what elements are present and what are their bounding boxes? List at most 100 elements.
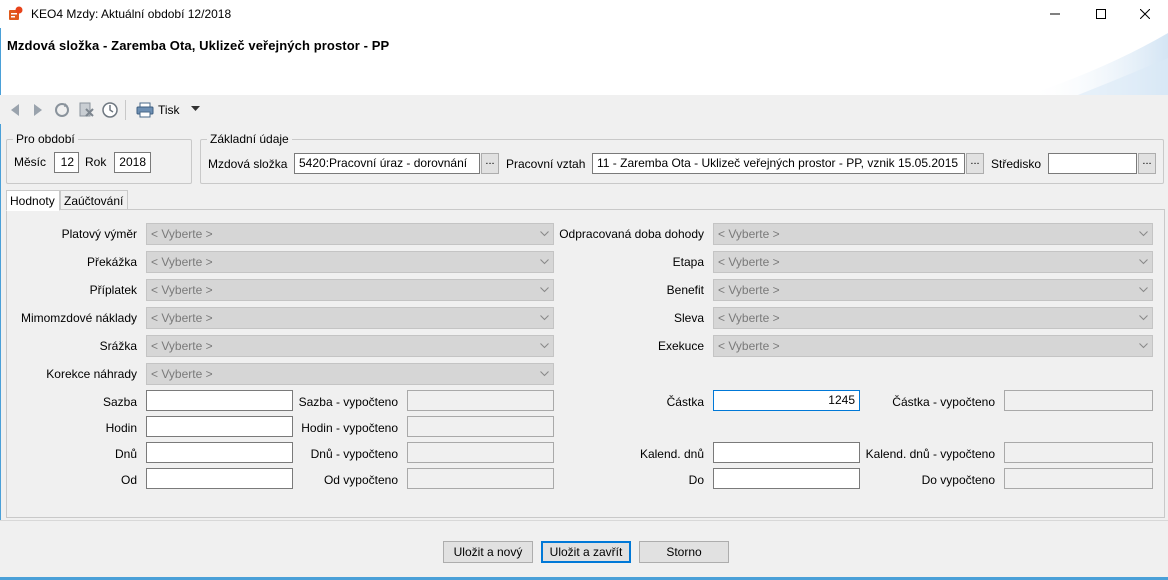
- field-label-do: Do: [688, 473, 704, 487]
- print-button[interactable]: Tisk: [136, 100, 180, 120]
- combo-label-srazka: Srážka: [99, 339, 137, 353]
- field-do-vypocteno: [1004, 468, 1153, 489]
- combo-placeholder: < Vyberte >: [151, 255, 213, 269]
- year-label: Rok: [85, 155, 107, 169]
- chevron-down-icon: [540, 371, 549, 377]
- combo-label-exekuce: Exekuce: [657, 339, 704, 353]
- combo-placeholder: < Vyberte >: [151, 227, 213, 241]
- maximize-icon: [1096, 9, 1106, 19]
- field-castka[interactable]: 1245: [713, 390, 860, 411]
- chevron-down-icon: [540, 315, 549, 321]
- combo-placeholder: < Vyberte >: [718, 339, 780, 353]
- relation-field[interactable]: 11 - Zaremba Ota - Uklizeč veřejných pro…: [592, 153, 965, 174]
- field-kalend-dnu-vypocteno: [1004, 442, 1153, 463]
- field-hodin-vypocteno: [407, 416, 554, 437]
- month-label: Měsíc: [14, 155, 47, 169]
- combo-exekuce[interactable]: < Vyberte >: [713, 335, 1153, 357]
- combo-label-prekazka: Překážka: [86, 255, 137, 269]
- delete-icon[interactable]: [77, 101, 95, 119]
- combo-placeholder: < Vyberte >: [151, 283, 213, 297]
- chevron-down-icon: [540, 259, 549, 265]
- history-icon[interactable]: [101, 101, 119, 119]
- center-label: Středisko: [991, 157, 1042, 171]
- component-browse-button[interactable]: ...: [481, 153, 499, 174]
- period-legend: Pro období: [16, 132, 75, 146]
- field-label-hodin: Hodin: [105, 421, 137, 435]
- combo-placeholder: < Vyberte >: [151, 339, 213, 353]
- chevron-down-icon: [1139, 343, 1148, 349]
- back-icon[interactable]: [6, 101, 24, 119]
- maximize-button[interactable]: [1078, 0, 1124, 28]
- component-field[interactable]: 5420:Pracovní úraz - dorovnání: [294, 153, 480, 174]
- combo-mimomzdove-naklady[interactable]: < Vyberte >: [146, 307, 554, 329]
- combo-srazka[interactable]: < Vyberte >: [146, 335, 554, 357]
- toolbar-separator: [125, 100, 126, 120]
- title-bar: KEO4 Mzdy: Aktuální období 12/2018: [0, 0, 1168, 28]
- field-label-castka: Částka: [666, 395, 704, 409]
- combo-sleva[interactable]: < Vyberte >: [713, 307, 1153, 329]
- field-label-od: Od: [120, 473, 137, 487]
- chevron-down-icon: [540, 343, 549, 349]
- combo-benefit[interactable]: < Vyberte >: [713, 279, 1153, 301]
- print-label: Tisk: [158, 103, 180, 117]
- field-dnu-vypocteno: [407, 442, 554, 463]
- month-field[interactable]: 12: [54, 152, 79, 173]
- combo-label-priplatek: Příplatek: [89, 283, 137, 297]
- combo-platovy-vymer[interactable]: < Vyberte >: [146, 223, 554, 245]
- header-decoration: [1028, 33, 1168, 95]
- save-close-button[interactable]: Uložit a zavřít: [541, 541, 631, 563]
- field-od[interactable]: [146, 468, 293, 489]
- center-browse-button[interactable]: ...: [1138, 153, 1156, 174]
- combo-label-benefit: Benefit: [666, 283, 704, 297]
- field-label-kalend-dnu-vypocteno: Kalend. dnů - vypočteno: [865, 447, 995, 461]
- field-dnu[interactable]: [146, 442, 293, 463]
- center-field[interactable]: [1048, 153, 1137, 174]
- field-kalend-dnu[interactable]: [713, 442, 860, 463]
- forward-icon[interactable]: [29, 101, 47, 119]
- app-logo-icon: [9, 6, 23, 20]
- combo-label-mimomzdove-naklady: Mimomzdové náklady: [20, 311, 137, 325]
- combo-etapa[interactable]: < Vyberte >: [713, 251, 1153, 273]
- chevron-down-icon: [1139, 231, 1148, 237]
- minimize-icon: [1050, 13, 1060, 15]
- field-label-sazba: Sazba: [102, 395, 137, 409]
- combo-korekce-nahrady[interactable]: < Vyberte >: [146, 363, 554, 385]
- field-label-do-vypocteno: Do vypočteno: [921, 473, 995, 487]
- tab-hodnoty[interactable]: Hodnoty: [6, 190, 60, 211]
- combo-label-sleva: Sleva: [673, 311, 704, 325]
- field-sazba[interactable]: [146, 390, 293, 411]
- combo-label-platovy-vymer: Platový výměr: [61, 227, 137, 241]
- relation-label: Pracovní vztah: [506, 157, 586, 171]
- combo-placeholder: < Vyberte >: [718, 255, 780, 269]
- window-title: KEO4 Mzdy: Aktuální období 12/2018: [31, 7, 232, 21]
- combo-priplatek[interactable]: < Vyberte >: [146, 279, 554, 301]
- field-castka-vypocteno: [1004, 390, 1153, 411]
- component-label: Mzdová složka: [208, 157, 288, 171]
- field-label-castka-vypocteno: Částka - vypočteno: [892, 395, 995, 409]
- year-field[interactable]: 2018: [114, 152, 151, 173]
- minimize-button[interactable]: [1032, 0, 1078, 28]
- field-od-vypocteno: [407, 468, 554, 489]
- printer-icon: [136, 102, 154, 118]
- field-label-kalend-dnu: Kalend. dnů: [639, 447, 704, 461]
- chevron-down-icon: [1139, 259, 1148, 265]
- combo-placeholder: < Vyberte >: [151, 367, 213, 381]
- combo-odpracovana-doba[interactable]: < Vyberte >: [713, 223, 1153, 245]
- relation-browse-button[interactable]: ...: [966, 153, 984, 174]
- field-label-dnu-vypocteno: Dnů - vypočteno: [310, 447, 398, 461]
- refresh-icon[interactable]: [53, 101, 71, 119]
- combo-placeholder: < Vyberte >: [718, 227, 780, 241]
- chevron-down-icon: [540, 231, 549, 237]
- combo-prekazka[interactable]: < Vyberte >: [146, 251, 554, 273]
- field-do[interactable]: [713, 468, 860, 489]
- close-button[interactable]: [1122, 0, 1168, 28]
- cancel-button[interactable]: Storno: [639, 541, 729, 563]
- combo-label-korekce-nahrady: Korekce náhrady: [46, 367, 137, 381]
- tab-zauctovani[interactable]: Zaúčtování: [60, 190, 128, 210]
- save-new-button[interactable]: Uložit a nový: [443, 541, 533, 563]
- field-label-dnu: Dnů: [114, 447, 137, 461]
- chevron-down-icon[interactable]: [191, 106, 200, 112]
- combo-placeholder: < Vyberte >: [718, 311, 780, 325]
- toolbar: Tisk: [0, 95, 1168, 124]
- field-hodin[interactable]: [146, 416, 293, 437]
